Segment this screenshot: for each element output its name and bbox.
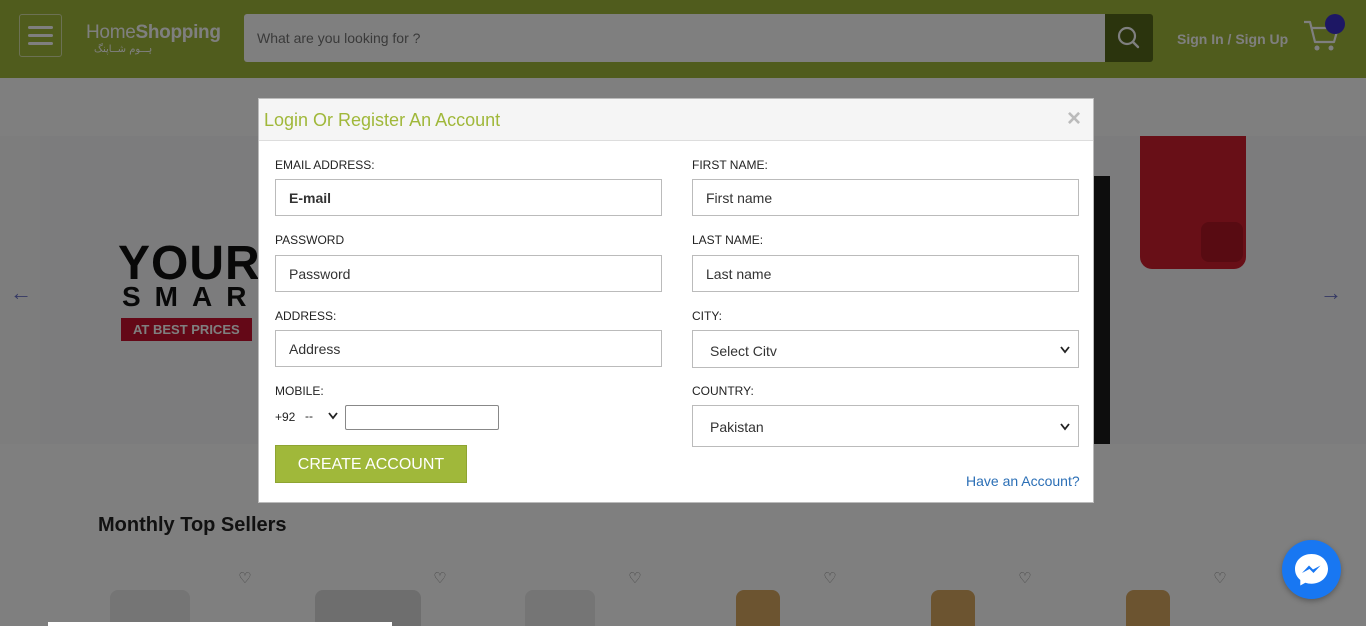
- address-label: ADDRESS:: [275, 309, 337, 323]
- modal-title: Login Or Register An Account: [264, 110, 501, 130]
- password-field[interactable]: Password: [275, 255, 662, 292]
- last-name-placeholder: Last name: [706, 266, 772, 282]
- last-name-label: LAST NAME:: [692, 233, 764, 247]
- address-field[interactable]: Address: [275, 330, 662, 367]
- first-name-label: FIRST NAME:: [692, 158, 768, 172]
- country-value: Pakistan: [710, 419, 764, 435]
- first-name-field[interactable]: First name: [692, 179, 1079, 216]
- city-select[interactable]: Select Citv: [692, 330, 1079, 368]
- password-label: PASSWORD: [275, 233, 345, 247]
- chevron-down-icon: [328, 412, 338, 420]
- modal-header: Login Or Register An Account ×: [259, 99, 1093, 141]
- country-label: COUNTRY:: [692, 384, 754, 398]
- last-name-field[interactable]: Last name: [692, 255, 1079, 292]
- first-name-placeholder: First name: [706, 190, 773, 206]
- mobile-prefix-select[interactable]: --: [299, 405, 342, 427]
- mobile-country-code: +92: [275, 410, 296, 424]
- mobile-prefix-value: --: [305, 409, 313, 423]
- email-field[interactable]: E-mail: [275, 179, 662, 216]
- country-select[interactable]: Pakistan: [692, 405, 1079, 447]
- city-value: Select Citv: [710, 343, 777, 359]
- create-account-button[interactable]: CREATE ACCOUNT: [275, 445, 467, 483]
- bottom-scroll-bar: [48, 622, 392, 626]
- email-label: EMAIL ADDRESS:: [275, 158, 375, 172]
- messenger-icon: [1295, 554, 1328, 586]
- email-placeholder: E-mail: [289, 190, 332, 206]
- password-placeholder: Password: [289, 266, 351, 282]
- city-label: CITY:: [692, 309, 723, 323]
- close-icon[interactable]: ×: [1067, 105, 1081, 133]
- messenger-button[interactable]: [1282, 540, 1341, 599]
- mobile-number-input[interactable]: [345, 405, 499, 430]
- chevron-down-icon: [1060, 423, 1070, 431]
- address-placeholder: Address: [289, 341, 341, 357]
- mobile-label: MOBILE:: [275, 384, 324, 398]
- have-account-link[interactable]: Have an Account?: [966, 473, 1080, 489]
- login-register-modal: Login Or Register An Account × EMAIL ADD…: [258, 98, 1094, 503]
- chevron-down-icon: [1060, 346, 1070, 354]
